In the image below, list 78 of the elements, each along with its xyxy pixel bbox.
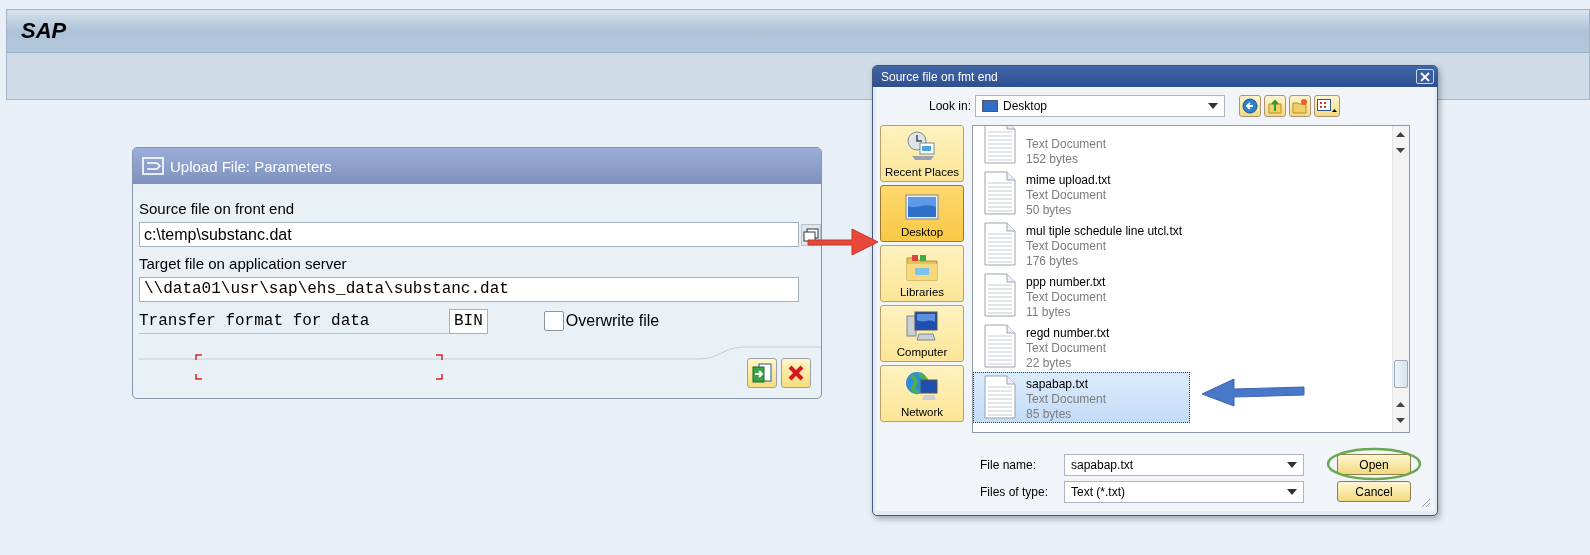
field-label: Look in: xyxy=(927,99,972,113)
file-size: 22 bytes xyxy=(1026,356,1073,371)
field-label: Transfer format for data xyxy=(139,308,449,334)
clock-documents-icon xyxy=(906,130,938,162)
field-label: Source file on front end xyxy=(139,199,296,219)
place-item[interactable]: Libraries xyxy=(880,245,964,302)
file-type-dropdown[interactable]: Text (*.txt) xyxy=(1064,480,1304,503)
file-type: Text Document xyxy=(1026,188,1108,203)
back-button[interactable] xyxy=(1239,95,1261,117)
caret-icon xyxy=(1208,103,1218,109)
checkbox[interactable] xyxy=(543,311,564,331)
text-file-icon xyxy=(984,324,1016,368)
file-size: 152 bytes xyxy=(1026,152,1080,167)
arrow-down-icon[interactable] xyxy=(1396,148,1405,153)
text-file-icon xyxy=(984,375,1016,419)
window-icon xyxy=(142,157,164,175)
text-file-icon xyxy=(984,222,1016,266)
scroll-thumb[interactable] xyxy=(1394,360,1408,388)
cancel-button[interactable]: Cancel xyxy=(1337,481,1411,502)
place-item[interactable]: Computer xyxy=(880,305,964,362)
file-type: Text Document xyxy=(1026,290,1107,305)
file-type: Text Document xyxy=(1026,137,1107,152)
input-field[interactable]: BIN xyxy=(449,308,488,334)
input-field[interactable]: c:\temp\substanc.dat xyxy=(139,222,799,247)
text-file-icon xyxy=(984,273,1016,317)
field-label: Target file on application server xyxy=(139,254,348,274)
file-type: Text Document xyxy=(1026,392,1107,407)
file-name: regd number.txt xyxy=(1026,326,1110,341)
file-item[interactable]: mul tiple schedule line utcl.txt Text Document 176 bytes xyxy=(973,219,1190,270)
caret-icon xyxy=(1287,488,1297,495)
view-menu-button[interactable] xyxy=(1314,95,1340,117)
file-size: 50 bytes xyxy=(1026,203,1073,218)
place-item[interactable]: Network xyxy=(880,365,964,422)
place-item[interactable]: Recent Places xyxy=(880,125,964,182)
new-folder-button[interactable] xyxy=(1289,95,1311,117)
close-button[interactable] xyxy=(1416,69,1434,84)
file-item[interactable]: mime upload.txt Text Document 50 bytes xyxy=(973,168,1190,219)
file-size: 11 bytes xyxy=(1026,305,1072,320)
monitor-icon xyxy=(905,194,939,222)
file-item[interactable]: sapabap.txt Text Document 85 bytes xyxy=(973,372,1190,423)
open-button[interactable]: Open xyxy=(1337,454,1411,475)
input-field[interactable]: \\data01\usr\sap\ehs_data\substanc.dat xyxy=(139,277,799,302)
file-name: mul tiple schedule line utcl.txt xyxy=(1026,224,1183,239)
cancel-button[interactable] xyxy=(781,358,811,388)
scrollbar[interactable] xyxy=(1392,126,1409,432)
file-name: sapabap.txt xyxy=(1026,377,1090,392)
computer-icon xyxy=(905,310,939,342)
app-title: SAP xyxy=(21,18,67,44)
checkbox-label: Overwrite file xyxy=(565,312,660,330)
arrow-down-icon[interactable] xyxy=(1396,418,1405,423)
resize-grip-icon[interactable] xyxy=(1421,498,1431,508)
caret-icon xyxy=(1287,461,1297,468)
file-item[interactable]: ppp number.txt Text Document 11 bytes xyxy=(973,270,1190,321)
file-name: mime upload.txt xyxy=(1026,173,1111,188)
x-icon xyxy=(787,364,805,382)
file-item[interactable]: Text Document 152 bytes xyxy=(973,126,1190,168)
field-label: File name: xyxy=(979,457,1038,472)
dialog-title: Source file on fmt end xyxy=(881,69,998,84)
file-size: 176 bytes xyxy=(1026,254,1080,269)
file-size: 85 bytes xyxy=(1026,407,1073,422)
globe-computer-icon xyxy=(905,370,939,402)
file-item[interactable]: regd number.txt Text Document 22 bytes xyxy=(973,321,1190,372)
folder-icon xyxy=(905,252,939,282)
file-name-field[interactable]: sapabap.txt xyxy=(1064,453,1304,476)
arrow-up-icon[interactable] xyxy=(1396,402,1405,407)
execute-button[interactable] xyxy=(747,358,777,388)
location-dropdown[interactable]: Desktop xyxy=(975,95,1225,117)
file-type: Text Document xyxy=(1026,341,1108,356)
file-name: ppp number.txt xyxy=(1026,275,1107,290)
place-item[interactable]: Desktop xyxy=(880,185,964,242)
text-file-icon xyxy=(984,171,1016,215)
monitor-icon xyxy=(982,99,998,113)
document-arrow-icon xyxy=(751,362,773,384)
dialog-title: Upload File: Parameters xyxy=(170,157,332,175)
file-type: Text Document xyxy=(1026,239,1108,254)
field-label: Files of type: xyxy=(979,484,1050,499)
up-folder-button[interactable] xyxy=(1264,95,1286,117)
arrow-up-icon[interactable] xyxy=(1396,132,1405,137)
